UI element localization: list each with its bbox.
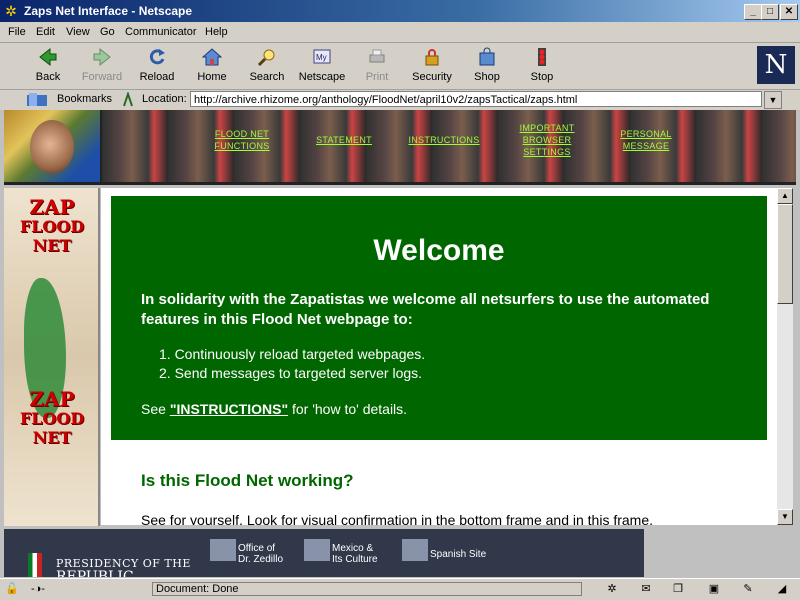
zap-flood-net-logo-bottom[interactable]: ZAP FLOOD NET (10, 389, 94, 447)
security-label: Security (412, 71, 452, 83)
pyramid-icon (304, 539, 330, 561)
left-zap-frame: ZAP FLOOD NET ZAP FLOOD NET (4, 188, 100, 526)
zapatista-crowd-banner: FLOOD NET FUNCTIONS STATEMENT INSTRUCTIO… (102, 110, 796, 182)
resize-grip-icon[interactable]: ◢ (774, 583, 790, 596)
netscape-app-icon: ✲ (5, 3, 17, 19)
shop-bag-icon (479, 47, 495, 66)
see-instructions-line: See "INSTRUCTIONS" for 'how to' details. (141, 401, 408, 417)
location-label: Location: (142, 93, 187, 105)
back-arrow-icon (39, 47, 57, 67)
main-content-frame: Welcome In solidarity with the Zapatista… (101, 188, 777, 525)
home-label: Home (197, 71, 227, 83)
svg-text:My: My (316, 53, 327, 62)
search-button[interactable]: Search (238, 43, 296, 87)
stop-button[interactable]: Stop (513, 43, 571, 87)
navigation-toolbar: Back Forward Reload Home Search My Netsc… (0, 43, 800, 90)
home-button[interactable]: Home (183, 43, 241, 87)
instructions-link[interactable]: "INSTRUCTIONS" (170, 401, 288, 417)
office-of-dr-zedillo-link[interactable]: Office of Dr. Zedillo (238, 543, 283, 565)
newsgroups-component-icon[interactable]: ❐ (670, 583, 686, 596)
reload-icon (149, 49, 165, 65)
shop-label: Shop (474, 71, 500, 83)
scroll-thumb[interactable] (777, 204, 793, 304)
bottom-frame-blank-area (644, 529, 796, 577)
nav-statement[interactable]: STATEMENT (310, 134, 378, 146)
vertical-scrollbar[interactable]: ▲ ▼ (777, 188, 793, 525)
forward-label: Forward (81, 71, 123, 83)
welcome-panel: Welcome In solidarity with the Zapatista… (111, 196, 767, 440)
welcome-heading: Welcome (373, 234, 505, 267)
zedillo-portrait-image (4, 110, 100, 182)
spanish-site-link[interactable]: Spanish Site (430, 549, 486, 560)
office-building-icon (210, 539, 236, 561)
see-for-yourself-text: See for yourself. Look for visual confir… (141, 512, 654, 525)
close-button[interactable]: ✕ (780, 4, 798, 20)
window-title: Zaps Net Interface - Netscape (24, 4, 193, 18)
feature-list-item: 2. Send messages to targeted server logs… (159, 365, 423, 381)
menu-file[interactable]: File (8, 26, 26, 38)
zap-flood-net-logo-top[interactable]: ZAP FLOOD NET (10, 197, 94, 255)
menu-bar: File Edit View Go Communicator Help (0, 22, 800, 43)
title-bar: ✲ Zaps Net Interface - Netscape _ □ ✕ (0, 0, 800, 22)
minimize-button[interactable]: _ (744, 4, 762, 20)
search-icon (257, 49, 275, 67)
feature-list-item: 1. Continuously reload targeted webpages… (159, 346, 426, 362)
stop-label: Stop (530, 71, 554, 83)
location-url-input[interactable]: http://archive.rhizome.org/anthology/Flo… (190, 91, 762, 107)
menu-communicator[interactable]: Communicator (125, 26, 197, 38)
republic-title: REPUBLIC (56, 569, 134, 577)
netscape-logo[interactable]: N (757, 46, 795, 84)
menu-view[interactable]: View (66, 26, 90, 38)
bookmarks-button[interactable]: Bookmarks (57, 93, 112, 105)
print-label: Print (365, 71, 389, 83)
mexico-flag-icon (28, 553, 42, 577)
address-book-component-icon[interactable]: ▣ (706, 583, 722, 596)
forward-arrow-icon (93, 47, 111, 67)
bottom-presidency-frame: PRESIDENCY OF THE REPUBLIC Office of Dr.… (4, 529, 796, 577)
online-plug-icon[interactable]: -◑- (26, 583, 50, 596)
scroll-up-arrow-icon[interactable]: ▲ (777, 188, 793, 204)
navigator-component-icon[interactable]: ✲ (604, 583, 620, 596)
menu-edit[interactable]: Edit (36, 26, 55, 38)
scroll-down-arrow-icon[interactable]: ▼ (777, 509, 793, 525)
back-button[interactable]: Back (19, 43, 77, 87)
solidarity-intro-text: In solidarity with the Zapatistas we wel… (141, 291, 710, 328)
nav-important-browser-settings[interactable]: IMPORTANT BROWSER SETTINGS (510, 122, 584, 158)
forward-button[interactable]: Forward (73, 43, 131, 87)
print-button[interactable]: Print (348, 43, 406, 87)
location-toolbar: Bookmarks Location: http://archive.rhizo… (0, 90, 800, 110)
nav-instructions[interactable]: INSTRUCTIONS (404, 134, 484, 146)
nav-personal-message[interactable]: PERSONAL MESSAGE (612, 128, 680, 152)
back-label: Back (35, 71, 61, 83)
security-button[interactable]: Security (403, 43, 461, 87)
mexico-culture-link[interactable]: Mexico & Its Culture (332, 543, 378, 565)
netscape-button[interactable]: My Netscape (293, 43, 351, 87)
reload-button[interactable]: Reload (128, 43, 186, 87)
my-netscape-icon: My (313, 49, 331, 64)
menu-go[interactable]: Go (100, 26, 115, 38)
mail-component-icon[interactable]: ✉ (638, 583, 654, 596)
portrait-face (30, 120, 74, 174)
nav-flood-net-functions[interactable]: FLOOD NET FUNCTIONS (210, 128, 274, 152)
status-bar: 🔓 -◑- Document: Done ✲ ✉ ❐ ▣ ✎ ◢ (0, 578, 800, 600)
bookmarks-icon (27, 93, 47, 106)
status-text: Document: Done (152, 582, 582, 596)
columns-icon (402, 539, 428, 561)
search-label: Search (249, 71, 285, 83)
security-lock-icon[interactable]: 🔓 (4, 583, 20, 596)
page-proxy-icon[interactable] (122, 92, 136, 108)
location-dropdown-arrow-icon[interactable]: ▼ (764, 91, 782, 109)
print-icon (369, 49, 385, 63)
maximize-button[interactable]: □ (761, 4, 779, 20)
top-banner-frame: FLOOD NET FUNCTIONS STATEMENT INSTRUCTIO… (4, 110, 796, 185)
home-icon (202, 48, 222, 66)
menu-help[interactable]: Help (205, 26, 228, 38)
shop-button[interactable]: Shop (458, 43, 516, 87)
reload-label: Reload (139, 71, 175, 83)
composer-component-icon[interactable]: ✎ (740, 583, 756, 596)
stop-light-icon (538, 48, 546, 66)
flood-net-working-heading: Is this Flood Net working? (141, 471, 354, 490)
netscape-label: Netscape (298, 71, 346, 83)
lock-icon (425, 49, 439, 66)
